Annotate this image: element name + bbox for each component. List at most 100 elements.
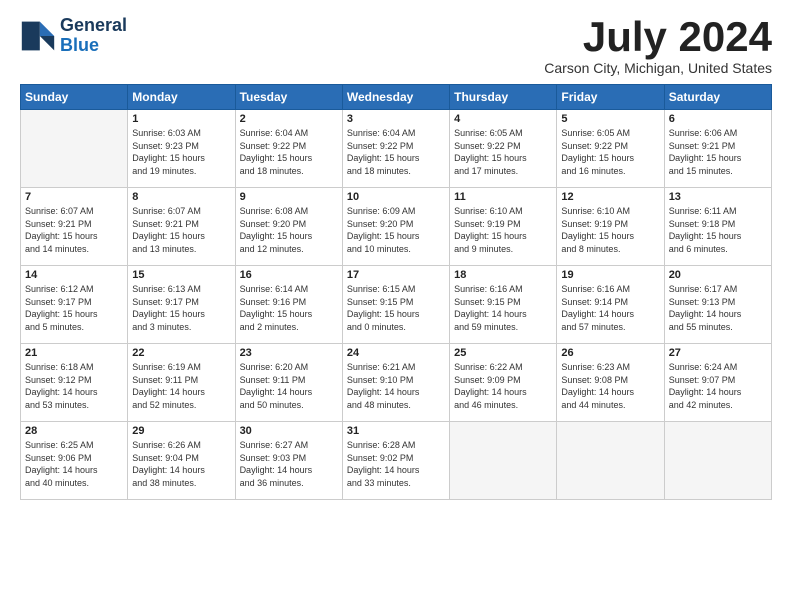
day-number: 29: [132, 425, 230, 437]
calendar-cell: 6 Sunrise: 6:06 AM Sunset: 9:21 PM Daylig…: [664, 110, 771, 188]
calendar-cell: 8 Sunrise: 6:07 AM Sunset: 9:21 PM Daylig…: [128, 188, 235, 266]
day-number: 22: [132, 347, 230, 359]
week-row-3: 14 Sunrise: 6:12 AM Sunset: 9:17 PM Dayli…: [21, 266, 772, 344]
logo-text-blue: Blue: [60, 36, 127, 56]
calendar-cell: [557, 422, 664, 500]
calendar-cell: 15 Sunrise: 6:13 AM Sunset: 9:17 PM Dayli…: [128, 266, 235, 344]
calendar-cell: 5 Sunrise: 6:05 AM Sunset: 9:22 PM Daylig…: [557, 110, 664, 188]
day-number: 10: [347, 191, 445, 203]
day-number: 5: [561, 113, 659, 125]
day-number: 27: [669, 347, 767, 359]
week-row-1: 1 Sunrise: 6:03 AM Sunset: 9:23 PM Daylig…: [21, 110, 772, 188]
day-number: 15: [132, 269, 230, 281]
calendar-cell: 20Sunrise: 6:17 AM Sunset: 9:13 PM Dayli…: [664, 266, 771, 344]
day-number: 19: [561, 269, 659, 281]
weekday-header-monday: Monday: [128, 85, 235, 110]
calendar-cell: 1 Sunrise: 6:03 AM Sunset: 9:23 PM Daylig…: [128, 110, 235, 188]
day-number: 25: [454, 347, 552, 359]
day-info: Sunrise: 6:12 AM Sunset: 9:17 PM Dayligh…: [25, 283, 123, 333]
day-info: Sunrise: 6:04 AM Sunset: 9:22 PM Dayligh…: [240, 127, 338, 177]
day-info: Sunrise: 6:24 AM Sunset: 9:07 PM Dayligh…: [669, 361, 767, 411]
title-area: July 2024 Carson City, Michigan, United …: [544, 16, 772, 76]
calendar-cell: 9 Sunrise: 6:08 AM Sunset: 9:20 PM Daylig…: [235, 188, 342, 266]
day-info: Sunrise: 6:07 AM Sunset: 9:21 PM Dayligh…: [132, 205, 230, 255]
day-info: Sunrise: 6:25 AM Sunset: 9:06 PM Dayligh…: [25, 439, 123, 489]
day-number: 31: [347, 425, 445, 437]
calendar-cell: 3 Sunrise: 6:04 AM Sunset: 9:22 PM Daylig…: [342, 110, 449, 188]
day-number: 26: [561, 347, 659, 359]
calendar-cell: [450, 422, 557, 500]
weekday-header-sunday: Sunday: [21, 85, 128, 110]
week-row-2: 7 Sunrise: 6:07 AM Sunset: 9:21 PM Daylig…: [21, 188, 772, 266]
day-info: Sunrise: 6:13 AM Sunset: 9:17 PM Dayligh…: [132, 283, 230, 333]
day-info: Sunrise: 6:09 AM Sunset: 9:20 PM Dayligh…: [347, 205, 445, 255]
calendar-cell: 28 Sunrise: 6:25 AM Sunset: 9:06 PM Dayli…: [21, 422, 128, 500]
location: Carson City, Michigan, United States: [544, 60, 772, 76]
day-number: 28: [25, 425, 123, 437]
calendar-cell: 2 Sunrise: 6:04 AM Sunset: 9:22 PM Daylig…: [235, 110, 342, 188]
day-info: Sunrise: 6:15 AM Sunset: 9:15 PM Dayligh…: [347, 283, 445, 333]
page: General Blue July 2024 Carson City, Mich…: [0, 0, 792, 612]
weekday-header-tuesday: Tuesday: [235, 85, 342, 110]
day-info: Sunrise: 6:22 AM Sunset: 9:09 PM Dayligh…: [454, 361, 552, 411]
day-number: 1: [132, 113, 230, 125]
day-info: Sunrise: 6:10 AM Sunset: 9:19 PM Dayligh…: [454, 205, 552, 255]
calendar-cell: [664, 422, 771, 500]
week-row-4: 21 Sunrise: 6:18 AM Sunset: 9:12 PM Dayli…: [21, 344, 772, 422]
day-number: 4: [454, 113, 552, 125]
day-number: 14: [25, 269, 123, 281]
day-info: Sunrise: 6:14 AM Sunset: 9:16 PM Dayligh…: [240, 283, 338, 333]
calendar-cell: 22 Sunrise: 6:19 AM Sunset: 9:11 PM Dayli…: [128, 344, 235, 422]
day-number: 9: [240, 191, 338, 203]
day-info: Sunrise: 6:21 AM Sunset: 9:10 PM Dayligh…: [347, 361, 445, 411]
calendar-cell: 11 Sunrise: 6:10 AM Sunset: 9:19 PM Dayli…: [450, 188, 557, 266]
calendar-cell: 29Sunrise: 6:26 AM Sunset: 9:04 PM Dayli…: [128, 422, 235, 500]
logo-text-general: General: [60, 16, 127, 36]
day-number: 11: [454, 191, 552, 203]
day-info: Sunrise: 6:20 AM Sunset: 9:11 PM Dayligh…: [240, 361, 338, 411]
day-number: 17: [347, 269, 445, 281]
day-number: 8: [132, 191, 230, 203]
weekday-header-saturday: Saturday: [664, 85, 771, 110]
day-info: Sunrise: 6:05 AM Sunset: 9:22 PM Dayligh…: [454, 127, 552, 177]
day-number: 12: [561, 191, 659, 203]
day-number: 30: [240, 425, 338, 437]
weekday-header-row: SundayMondayTuesdayWednesdayThursdayFrid…: [21, 85, 772, 110]
calendar-cell: 10 Sunrise: 6:09 AM Sunset: 9:20 PM Dayli…: [342, 188, 449, 266]
day-number: 24: [347, 347, 445, 359]
calendar-cell: 18Sunrise: 6:16 AM Sunset: 9:15 PM Dayli…: [450, 266, 557, 344]
day-info: Sunrise: 6:04 AM Sunset: 9:22 PM Dayligh…: [347, 127, 445, 177]
day-info: Sunrise: 6:07 AM Sunset: 9:21 PM Dayligh…: [25, 205, 123, 255]
day-info: Sunrise: 6:19 AM Sunset: 9:11 PM Dayligh…: [132, 361, 230, 411]
month-title: July 2024: [544, 16, 772, 58]
day-info: Sunrise: 6:05 AM Sunset: 9:22 PM Dayligh…: [561, 127, 659, 177]
calendar: SundayMondayTuesdayWednesdayThursdayFrid…: [20, 84, 772, 500]
calendar-cell: 4 Sunrise: 6:05 AM Sunset: 9:22 PM Daylig…: [450, 110, 557, 188]
weekday-header-wednesday: Wednesday: [342, 85, 449, 110]
calendar-cell: 26 Sunrise: 6:23 AM Sunset: 9:08 PM Dayli…: [557, 344, 664, 422]
day-number: 23: [240, 347, 338, 359]
calendar-cell: 17 Sunrise: 6:15 AM Sunset: 9:15 PM Dayli…: [342, 266, 449, 344]
calendar-cell: 25 Sunrise: 6:22 AM Sunset: 9:09 PM Dayli…: [450, 344, 557, 422]
day-info: Sunrise: 6:23 AM Sunset: 9:08 PM Dayligh…: [561, 361, 659, 411]
day-number: 21: [25, 347, 123, 359]
calendar-cell: 13 Sunrise: 6:11 AM Sunset: 9:18 PM Dayli…: [664, 188, 771, 266]
day-number: 6: [669, 113, 767, 125]
day-info: Sunrise: 6:18 AM Sunset: 9:12 PM Dayligh…: [25, 361, 123, 411]
day-number: 7: [25, 191, 123, 203]
day-info: Sunrise: 6:11 AM Sunset: 9:18 PM Dayligh…: [669, 205, 767, 255]
calendar-cell: 23 Sunrise: 6:20 AM Sunset: 9:11 PM Dayli…: [235, 344, 342, 422]
calendar-cell: 14 Sunrise: 6:12 AM Sunset: 9:17 PM Dayli…: [21, 266, 128, 344]
day-number: 13: [669, 191, 767, 203]
calendar-cell: 19 Sunrise: 6:16 AM Sunset: 9:14 PM Dayli…: [557, 266, 664, 344]
day-info: Sunrise: 6:03 AM Sunset: 9:23 PM Dayligh…: [132, 127, 230, 177]
day-info: Sunrise: 6:08 AM Sunset: 9:20 PM Dayligh…: [240, 205, 338, 255]
header: General Blue July 2024 Carson City, Mich…: [20, 16, 772, 76]
day-number: 2: [240, 113, 338, 125]
day-info: Sunrise: 6:28 AM Sunset: 9:02 PM Dayligh…: [347, 439, 445, 489]
day-info: Sunrise: 6:17 AM Sunset: 9:13 PM Dayligh…: [669, 283, 767, 333]
day-number: 3: [347, 113, 445, 125]
day-info: Sunrise: 6:06 AM Sunset: 9:21 PM Dayligh…: [669, 127, 767, 177]
calendar-cell: [21, 110, 128, 188]
day-info: Sunrise: 6:16 AM Sunset: 9:14 PM Dayligh…: [561, 283, 659, 333]
